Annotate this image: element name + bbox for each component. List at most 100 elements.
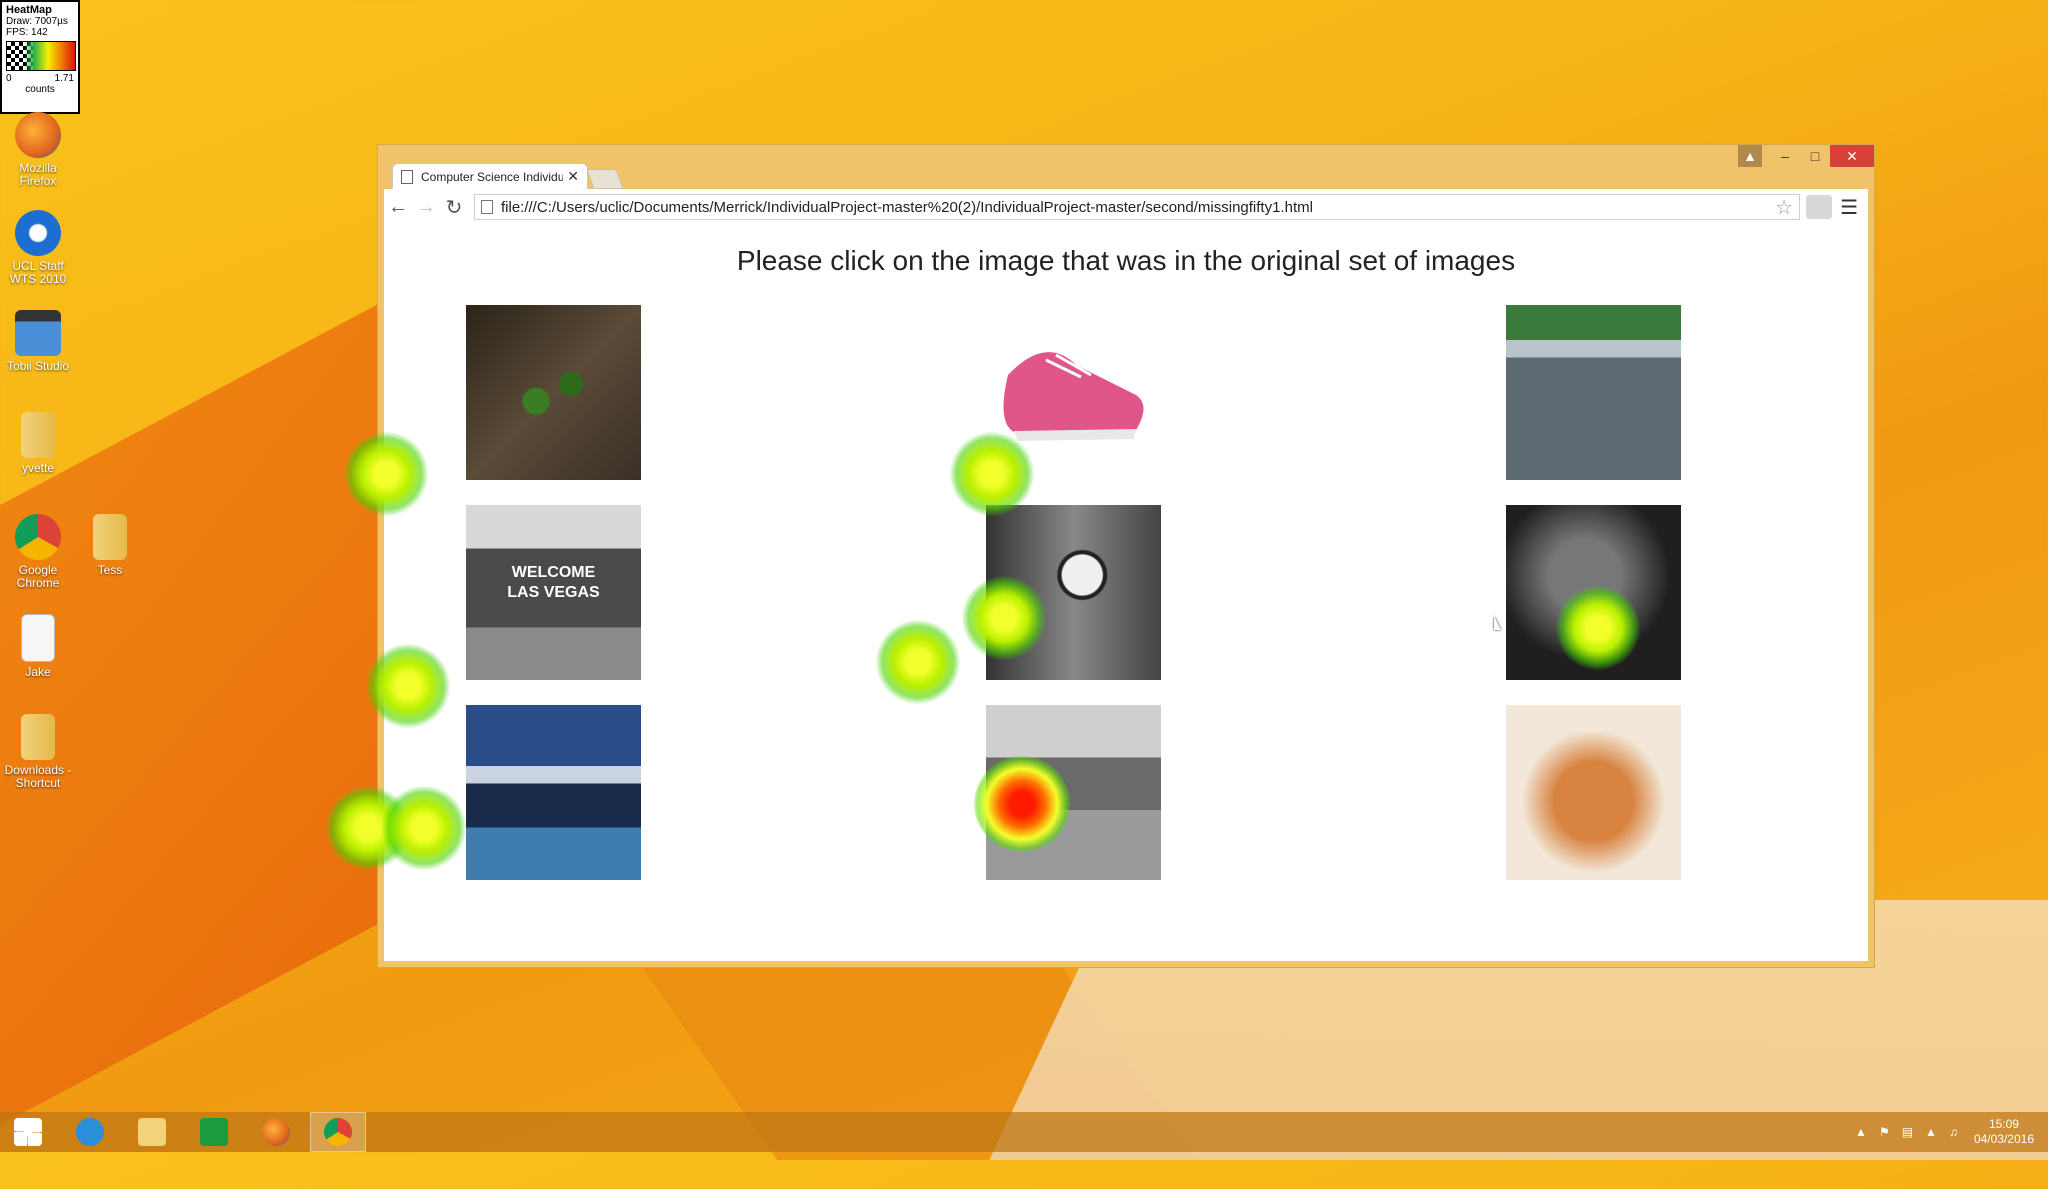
tab-title: Computer Science Individu: [421, 169, 564, 184]
forward-arrow-icon: →: [416, 195, 436, 218]
taskbar-chrome[interactable]: [310, 1112, 366, 1152]
maximize-button[interactable]: □: [1800, 145, 1830, 167]
remote-desktop-icon: [15, 210, 61, 256]
heatmap-blob: [1556, 586, 1640, 670]
desktop-icon-downloads[interactable]: Downloads - Shortcut: [0, 714, 76, 790]
user-icon: ▲: [1743, 148, 1757, 164]
desktop-icon-label: Downloads - Shortcut: [4, 763, 72, 790]
heatmap-blob: [344, 432, 428, 516]
back-arrow-icon: ←: [388, 195, 408, 218]
desktop-icon-label: Mozilla Firefox: [19, 161, 57, 188]
clock[interactable]: 15:09 04/03/2016: [1974, 1117, 2034, 1147]
windows-start-icon: [14, 1118, 42, 1146]
heatmap-title: HeatMap: [6, 4, 52, 16]
heatmap-fps: FPS: 142: [6, 27, 48, 38]
heatmap-max: 1.71: [54, 73, 74, 84]
taskbar-internet-explorer[interactable]: [62, 1112, 118, 1152]
system-tray: ▲ ⚑ ▤ ▲ ♫ 15:09 04/03/2016: [1849, 1117, 2048, 1147]
desktop-icon-label: Tobii Studio: [6, 359, 70, 373]
address-bar[interactable]: file:///C:/Users/uclic/Documents/Merrick…: [474, 194, 1801, 220]
desktop-icon-label: Google Chrome: [16, 563, 60, 590]
heatmap-blob: [950, 432, 1034, 516]
tobii-studio-icon: [15, 310, 61, 356]
heatmap-draw-time: Draw: 7007µs: [6, 16, 68, 27]
folder-icon: [93, 514, 127, 560]
heatmap-blob-hot: [974, 756, 1070, 852]
desktop-icon-label: Tess: [97, 563, 123, 577]
downloads-folder-icon: [21, 714, 55, 760]
internet-explorer-icon: [76, 1118, 104, 1146]
store-icon: [200, 1118, 228, 1146]
taskbar-store[interactable]: [186, 1112, 242, 1152]
heatmap-legend: HeatMap Draw: 7007µs FPS: 142 0 1.71 cou…: [0, 0, 80, 114]
heatmap-blob: [382, 786, 466, 870]
heatmap-min: 0: [6, 73, 12, 84]
profile-button[interactable]: ▲: [1738, 145, 1762, 167]
action-center-flag-icon[interactable]: ⚑: [1879, 1125, 1890, 1139]
volume-icon[interactable]: ♫: [1949, 1125, 1958, 1139]
reload-button[interactable]: ↻: [440, 193, 468, 221]
folder-icon: [21, 412, 55, 458]
close-icon: ✕: [1846, 147, 1858, 164]
desktop-icon-firefox[interactable]: Mozilla Firefox: [0, 112, 76, 188]
window-controls: ▲ – □ ✕: [1738, 145, 1874, 167]
taskbar-firefox[interactable]: [248, 1112, 304, 1152]
desktop-icon-label: Jake: [25, 665, 51, 679]
image-las-vegas[interactable]: WELCOME LAS VEGAS: [466, 505, 641, 680]
image-ship[interactable]: [466, 705, 641, 880]
url-text: file:///C:/Users/uclic/Documents/Merrick…: [501, 198, 1313, 216]
desktop-icon-ucl-staff[interactable]: UCL Staff WTS 2010: [0, 210, 76, 286]
forward-button[interactable]: →: [412, 193, 440, 221]
bookmark-star-icon[interactable]: ☆: [1775, 195, 1793, 220]
file-explorer-icon: [138, 1118, 166, 1146]
desktop-icon-tobii[interactable]: Tobii Studio: [0, 310, 76, 373]
taskbar-file-explorer[interactable]: [124, 1112, 180, 1152]
clock-time: 15:09: [1988, 1117, 2019, 1131]
clock-date: 04/03/2016: [1973, 1132, 2034, 1146]
close-tab-icon[interactable]: ✕: [567, 168, 579, 185]
signal-icon[interactable]: ▲: [1925, 1125, 1937, 1139]
start-button[interactable]: [0, 1112, 56, 1152]
close-window-button[interactable]: ✕: [1830, 145, 1874, 167]
reload-icon: ↻: [445, 196, 463, 219]
desktop-icon-label: yvette: [21, 461, 54, 475]
chrome-icon: [324, 1118, 352, 1146]
back-button[interactable]: ←: [384, 193, 412, 221]
heatmap-blob: [366, 644, 450, 728]
firefox-icon: [262, 1118, 290, 1146]
chrome-icon: [15, 514, 61, 560]
vegas-sign-text: WELCOME LAS VEGAS: [507, 564, 600, 601]
document-icon: [21, 614, 55, 662]
extension-button[interactable]: [1806, 195, 1833, 219]
heatmap-unit: counts: [25, 84, 55, 95]
network-icon[interactable]: ▤: [1902, 1125, 1913, 1139]
heatmap-gradient: [6, 41, 76, 71]
heatmap-blob: [962, 576, 1046, 660]
desktop-icon-tess[interactable]: Tess: [72, 514, 148, 577]
page-content: Please click on the image that was in th…: [384, 225, 1868, 961]
browser-toolbar: ← → ↻ file:///C:/Users/uclic/Documents/M…: [384, 189, 1868, 226]
page-prompt: Please click on the image that was in th…: [736, 245, 1516, 276]
browser-tab[interactable]: Computer Science Individu ✕: [392, 163, 588, 189]
taskbar: ▲ ⚑ ▤ ▲ ♫ 15:09 04/03/2016: [0, 1112, 2048, 1152]
minimize-icon: –: [1781, 148, 1789, 164]
new-tab-button[interactable]: [586, 169, 624, 189]
browser-window: ▲ – □ ✕ Computer Science Individu ✕ ← → …: [377, 144, 1875, 968]
chrome-menu-button[interactable]: ☰: [1840, 195, 1858, 220]
page-icon: [481, 200, 493, 214]
image-beetle[interactable]: [466, 305, 641, 480]
desktop-icon-jake[interactable]: Jake: [0, 614, 76, 679]
image-go-karts[interactable]: [1506, 305, 1681, 480]
minimize-button[interactable]: –: [1770, 145, 1800, 167]
menu-icon: ☰: [1840, 196, 1858, 219]
firefox-icon: [15, 112, 61, 158]
page-icon: [401, 169, 413, 184]
image-gingerbread-house[interactable]: [1506, 705, 1681, 880]
heatmap-blob: [876, 620, 960, 704]
desktop-icon-chrome[interactable]: Google Chrome: [0, 514, 76, 590]
tray-expand-icon[interactable]: ▲: [1855, 1125, 1867, 1139]
mouse-cursor-icon: [1494, 616, 1501, 630]
maximize-icon: □: [1810, 148, 1820, 164]
desktop-icon-label: UCL Staff WTS 2010: [9, 259, 67, 286]
desktop-icon-yvette[interactable]: yvette: [0, 412, 76, 475]
